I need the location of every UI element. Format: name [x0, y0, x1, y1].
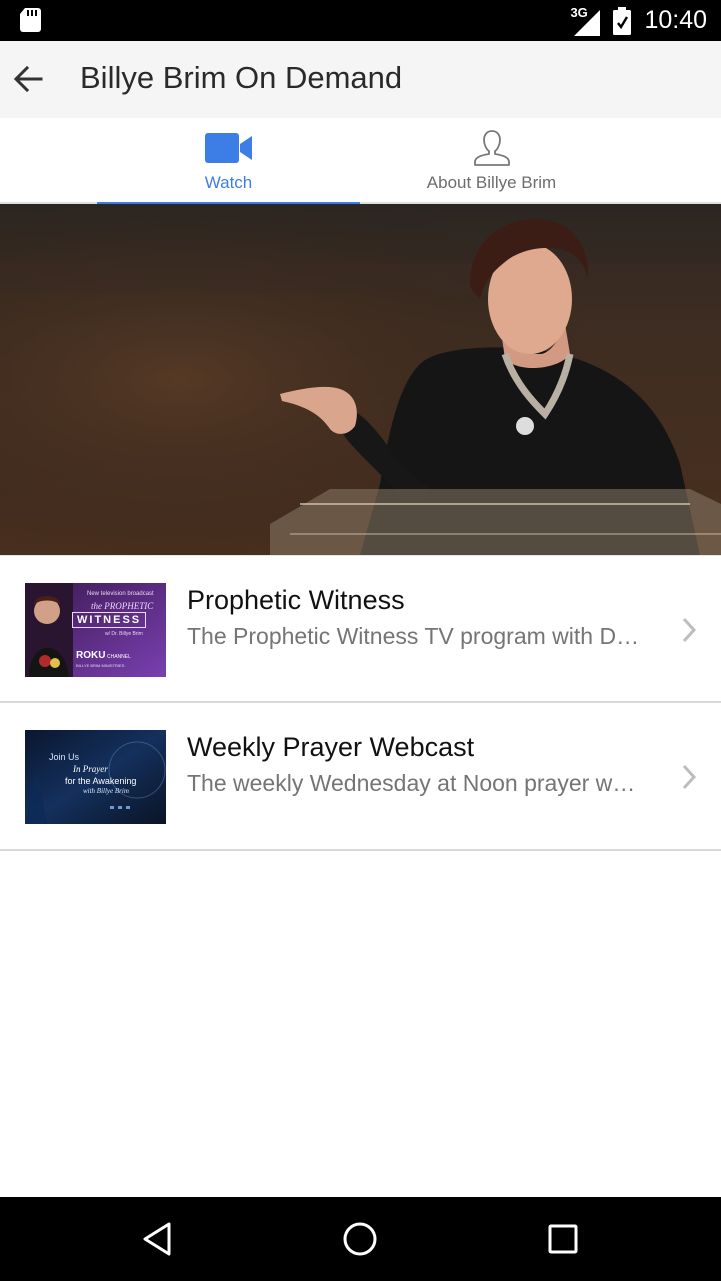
thumb-text-2: the PROPHETIC: [91, 601, 154, 611]
nav-home-button[interactable]: [338, 1217, 382, 1261]
status-bar: 3G 10:40: [0, 0, 721, 41]
nav-back-button[interactable]: [135, 1217, 179, 1261]
media-list: New television broadcast the PROPHETIC W…: [0, 555, 721, 851]
back-button[interactable]: [8, 55, 48, 103]
chevron-right-icon: [682, 764, 697, 790]
list-item-title: Prophetic Witness: [187, 585, 405, 615]
tab-watch-label: Watch: [204, 173, 253, 192]
thumbnail: Join Us In Prayer for the Awakening with…: [25, 730, 166, 824]
video-camera-icon: [204, 128, 253, 168]
triangle-back-icon: [143, 1222, 171, 1256]
thumb-text-1: New television broadcast: [87, 591, 154, 597]
sd-card-icon: [20, 8, 41, 32]
chevron-right-icon: [682, 617, 697, 643]
thumb-text-7: BILLYE BRIM MINISTRIES: [76, 663, 125, 668]
thumbnail: New television broadcast the PROPHETIC W…: [25, 583, 166, 677]
thumb-text-3: for the Awakening: [65, 776, 137, 786]
system-nav-bar: [0, 1197, 721, 1281]
page-title: Billye Brim On Demand: [80, 60, 403, 95]
thumb-text-3: WITNESS: [72, 612, 147, 628]
nav-recents-button[interactable]: [541, 1217, 585, 1261]
hero-image: [0, 204, 721, 555]
list-item-subtitle: The Prophetic Witness TV program with Dr…: [187, 623, 642, 649]
person-outline-icon: [473, 128, 511, 168]
app-bar: Billye Brim On Demand: [0, 41, 721, 118]
thumb-text-5: ROKU: [76, 650, 106, 661]
tab-bar: Watch About Billye Brim: [0, 118, 721, 206]
clock: 10:40: [644, 6, 707, 34]
tab-watch[interactable]: Watch: [97, 118, 360, 206]
tab-about[interactable]: About Billye Brim: [360, 118, 623, 204]
thumb-text-2: In Prayer: [73, 764, 108, 774]
list-item-title: Weekly Prayer Webcast: [187, 732, 475, 762]
thumb-text-1: Join Us: [49, 752, 80, 762]
thumb-text-4: w/ Dr. Billye Brim: [105, 631, 143, 637]
list-item-weekly-prayer-webcast[interactable]: Join Us In Prayer for the Awakening with…: [0, 703, 721, 851]
square-recents-icon: [548, 1224, 578, 1254]
circle-home-icon: [343, 1222, 377, 1256]
battery-icon: [613, 6, 632, 35]
thumb-text-6: CHANNEL: [107, 654, 131, 660]
cell-signal-icon: 3G: [570, 5, 602, 36]
list-item-prophetic-witness[interactable]: New television broadcast the PROPHETIC W…: [0, 555, 721, 703]
tab-about-label: About Billye Brim: [426, 173, 557, 192]
list-item-subtitle: The weekly Wednesday at Noon prayer webc…: [187, 770, 642, 796]
arrow-back-icon: [13, 65, 43, 93]
thumb-text-4: with Billye Brim: [83, 787, 129, 795]
